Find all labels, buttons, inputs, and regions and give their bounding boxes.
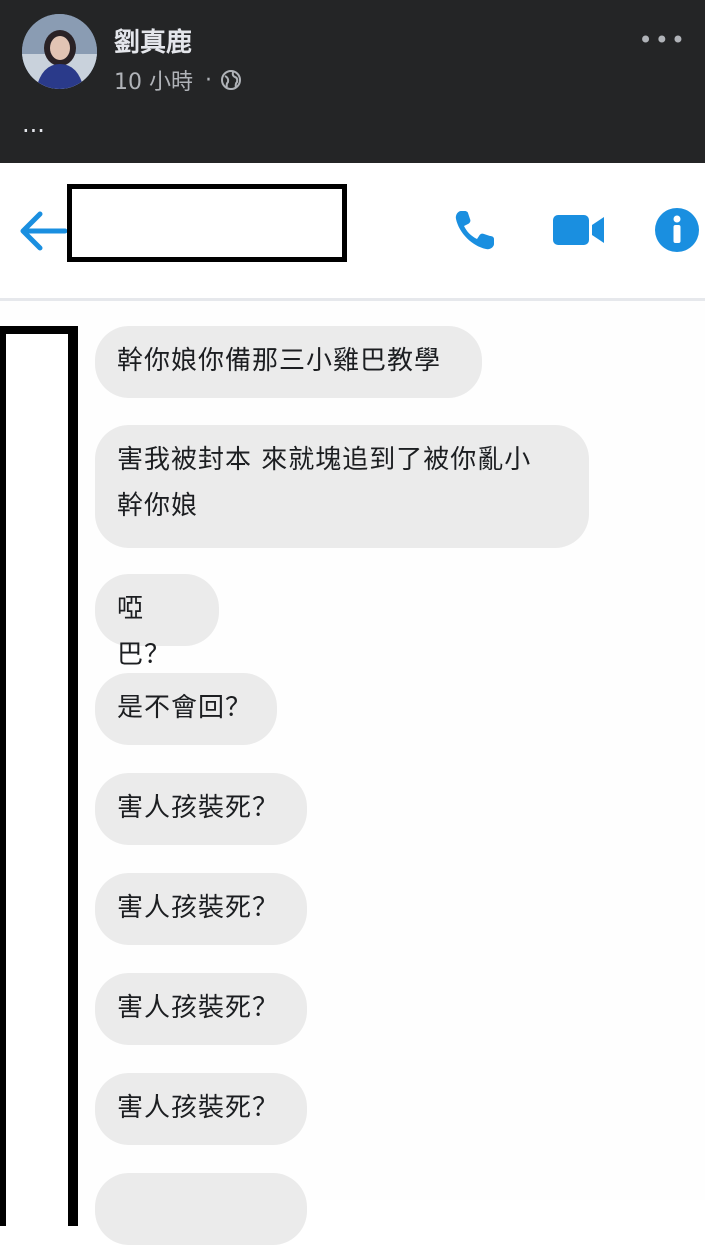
message-text: 幹你娘	[117, 491, 199, 521]
message-text: 害我被封本 來就塊追到了被你亂小	[117, 445, 532, 475]
post-meta: 10 小時 ·	[114, 64, 242, 96]
message-text: 害人孩裝死？	[117, 793, 280, 823]
more-options-icon[interactable]: •••	[639, 26, 687, 54]
message-bubble: 害人孩裝死？	[95, 973, 307, 1045]
redacted-contact-name	[67, 184, 347, 262]
chat-topbar	[0, 163, 705, 299]
message-text: 啞巴？	[117, 594, 172, 670]
message-text: 是不會回？	[117, 693, 253, 723]
post-time[interactable]: 10 小時	[114, 64, 193, 96]
message-text: 幹你娘你備那三小雞巴教學	[117, 346, 442, 376]
message-bubble: 害人孩裝死？	[95, 773, 307, 845]
phone-icon	[455, 211, 494, 250]
message-text: 害人孩裝死？	[117, 893, 280, 923]
author-avatar[interactable]	[22, 14, 97, 89]
back-arrow-icon	[20, 211, 68, 251]
message-bubble: 是不會回？	[95, 673, 277, 745]
message-bubble: 幹你娘你備那三小雞巴教學	[95, 326, 482, 398]
info-icon	[655, 208, 699, 252]
post-text: ...	[22, 110, 45, 138]
video-camera-icon	[553, 215, 604, 245]
post-image[interactable]: 幹你娘你備那三小雞巴教學 害我被封本 來就塊追到了被你亂小 幹你娘 啞巴？ 是不…	[0, 163, 705, 1245]
chat-divider	[0, 298, 705, 301]
message-text: 害人孩裝死？	[117, 993, 280, 1023]
message-text: 害人孩裝死？	[117, 1093, 280, 1123]
globe-icon	[220, 69, 242, 91]
message-bubble: 害人孩裝死？	[95, 1073, 307, 1145]
redacted-sender-avatar	[0, 326, 78, 1226]
message-bubble: 啞巴？	[95, 574, 219, 670]
meta-separator: ·	[205, 67, 212, 93]
message-bubble-partial	[95, 1173, 307, 1245]
author-name[interactable]: 劉真鹿	[114, 22, 192, 59]
message-bubble: 害我被封本 來就塊追到了被你亂小 幹你娘	[95, 425, 589, 548]
post-header: 劉真鹿 10 小時 · ••• ...	[0, 0, 705, 163]
message-bubble: 害人孩裝死？	[95, 873, 307, 945]
